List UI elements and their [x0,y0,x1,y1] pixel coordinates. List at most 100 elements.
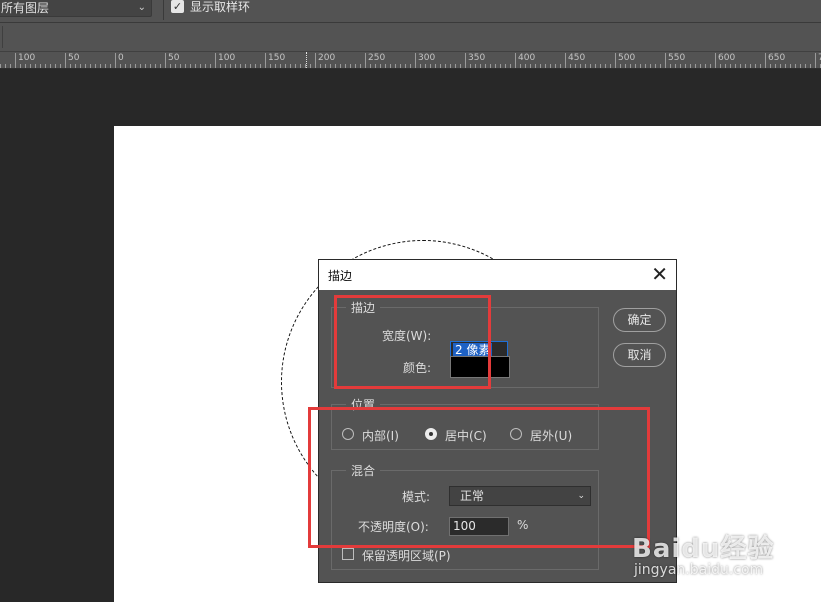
ruler-minor-tick [0,64,1,68]
ruler-minor-tick [195,64,196,68]
ruler-minor-tick [760,64,761,68]
ruler-minor-tick [805,64,806,68]
ruler-minor-tick [385,64,386,68]
toolbar-grip [2,26,3,48]
ruler-major-tick [65,53,66,68]
ruler-minor-tick [785,64,786,68]
show-sampling-ring-label: 显示取样环 [190,0,251,14]
ruler-minor-tick [30,64,31,68]
ruler-minor-tick [780,64,781,68]
ruler-minor-tick [260,64,261,68]
ruler-minor-tick [240,64,241,68]
ruler-minor-tick [810,64,811,68]
ruler-minor-tick [685,64,686,68]
ruler-minor-tick [490,64,491,68]
dialog-titlebar[interactable]: 描边 ✕ [319,260,676,290]
close-icon[interactable]: ✕ [651,262,668,286]
ruler-minor-tick [335,64,336,68]
chevron-down-icon: ⌄ [577,491,585,501]
ruler-minor-tick [205,64,206,68]
ruler-cursor-marker [306,52,308,68]
ruler-minor-tick [595,64,596,68]
ruler-minor-tick [560,64,561,68]
radio-outside-label[interactable]: 居外(U) [530,427,572,444]
ruler-minor-tick [525,64,526,68]
ruler-minor-tick [330,64,331,68]
ruler-minor-tick [55,64,56,68]
ruler-minor-tick [35,64,36,68]
ruler-minor-tick [555,64,556,68]
ruler-minor-tick [775,64,776,68]
ruler-minor-tick [285,64,286,68]
ruler-minor-tick [660,64,661,68]
ruler-minor-tick [425,64,426,68]
stroke-color-swatch[interactable] [450,356,510,378]
ruler-major-tick [665,53,666,68]
show-sampling-ring-checkbox[interactable]: ✓ [171,0,184,13]
radio-inside[interactable] [342,428,354,440]
ruler-minor-tick [70,64,71,68]
ruler-minor-tick [20,64,21,68]
blend-group: 混合 模式: 正常 ⌄ 不透明度(O): 100 % 保留透明区域(P) [331,462,599,570]
ruler-minor-tick [395,64,396,68]
ruler-minor-tick [650,64,651,68]
ruler-major-tick [715,53,716,68]
ruler-minor-tick [370,64,371,68]
radio-center-label[interactable]: 居中(C) [445,427,487,444]
ruler-minor-tick [605,64,606,68]
ruler-minor-tick [75,64,76,68]
stroke-dialog: 描边 ✕ 描边 宽度(W): 2 像素 颜色: 确定 取消 位置 内部(I) 居… [318,259,677,583]
ruler-minor-tick [270,64,271,68]
ruler-minor-tick [210,64,211,68]
blend-mode-select[interactable]: 正常 ⌄ [449,486,591,506]
ruler-minor-tick [420,64,421,68]
ruler-label: 50 [168,53,180,63]
ruler-minor-tick [170,64,171,68]
ruler-minor-tick [445,64,446,68]
ruler-major-tick [465,53,466,68]
ok-button[interactable]: 确定 [613,308,666,332]
ruler-minor-tick [60,64,61,68]
ruler-minor-tick [705,64,706,68]
ruler-minor-tick [460,64,461,68]
ruler-minor-tick [390,64,391,68]
radio-outside[interactable] [510,428,522,440]
ruler-major-tick [365,53,366,68]
ruler-minor-tick [750,64,751,68]
radio-inside-label[interactable]: 内部(I) [362,427,399,444]
ruler-minor-tick [495,64,496,68]
ruler-minor-tick [480,64,481,68]
ruler-minor-tick [635,64,636,68]
radio-center[interactable] [425,428,437,440]
ruler-minor-tick [730,64,731,68]
ruler-minor-tick [585,64,586,68]
ruler-minor-tick [790,64,791,68]
cancel-button[interactable]: 取消 [613,343,666,367]
ruler-minor-tick [485,64,486,68]
ruler-minor-tick [235,64,236,68]
ruler-minor-tick [670,64,671,68]
ruler-minor-tick [430,64,431,68]
ruler-minor-tick [320,64,321,68]
ruler-label: 500 [618,53,636,63]
ruler-minor-tick [340,64,341,68]
ruler-minor-tick [690,64,691,68]
width-label: 宽度(W): [382,329,432,343]
opacity-input[interactable]: 100 [449,517,509,536]
watermark-url: jingyan.baidu.com [634,562,764,578]
ruler-minor-tick [10,64,11,68]
ruler-minor-tick [520,64,521,68]
preserve-transparency-checkbox[interactable] [342,548,354,560]
ruler-minor-tick [280,64,281,68]
ruler-minor-tick [505,64,506,68]
ruler-minor-tick [85,64,86,68]
ruler-minor-tick [800,64,801,68]
ruler-minor-tick [645,64,646,68]
ruler-major-tick [515,53,516,68]
sample-layer-select[interactable]: 所有图层 ⌄ [0,0,152,17]
ruler-minor-tick [450,64,451,68]
ruler-minor-tick [140,64,141,68]
ruler-minor-tick [535,64,536,68]
preserve-transparency-label[interactable]: 保留透明区域(P) [362,547,451,564]
chevron-down-icon: ⌄ [137,2,146,13]
